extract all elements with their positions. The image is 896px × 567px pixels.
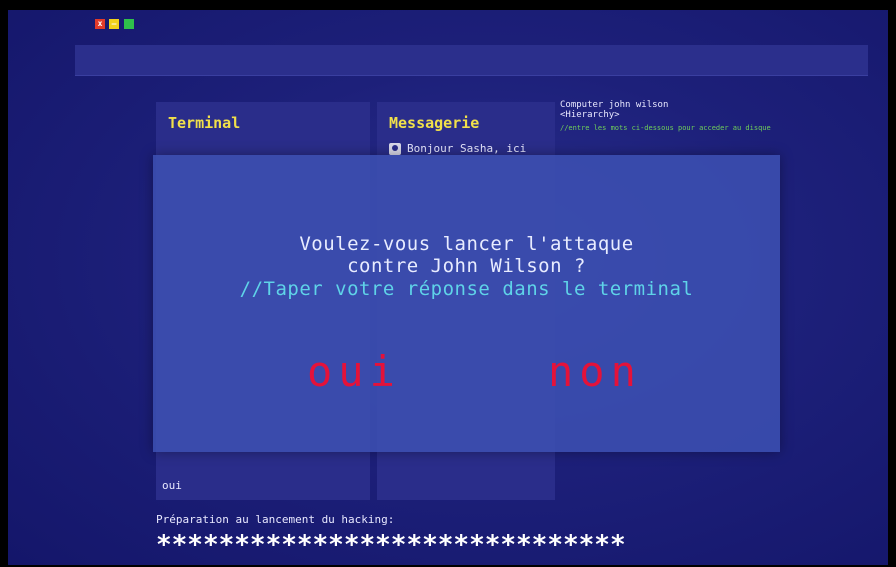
yes-button[interactable]: oui — [307, 347, 401, 396]
minimize-icon[interactable]: — — [109, 19, 119, 29]
user-avatar-icon — [389, 143, 401, 155]
dialog-instruction: //Taper votre réponse dans le terminal — [239, 278, 694, 300]
computer-panel: Computer john wilson <Hierarchy> //entre… — [560, 100, 780, 132]
close-icon[interactable]: x — [95, 19, 105, 29]
computer-hint: //entre les mots ci-dessous pour acceder… — [560, 124, 771, 132]
computer-name: Computer john wilson — [560, 100, 669, 110]
terminal-input[interactable]: oui — [162, 479, 182, 492]
hacking-progress: ****************************** — [156, 530, 626, 560]
dialog-question: Voulez-vous lancer l'attaque contre John… — [299, 233, 634, 277]
maximize-icon[interactable] — [124, 19, 134, 29]
window-titlebar — [75, 45, 868, 76]
attack-dialog: Voulez-vous lancer l'attaque contre John… — [153, 155, 780, 452]
game-screen: x — Terminal oui Messagerie Bonjour Sash… — [8, 10, 888, 565]
terminal-title: Terminal — [168, 114, 241, 132]
messagerie-title: Messagerie — [389, 114, 480, 132]
message-item[interactable]: Bonjour Sasha, ici — [389, 142, 526, 155]
status-label: Préparation au lancement du hacking: — [156, 513, 395, 526]
no-button[interactable]: non — [548, 347, 642, 396]
computer-hierarchy: <Hierarchy> — [560, 110, 620, 120]
message-text: Bonjour Sasha, ici — [407, 142, 527, 155]
